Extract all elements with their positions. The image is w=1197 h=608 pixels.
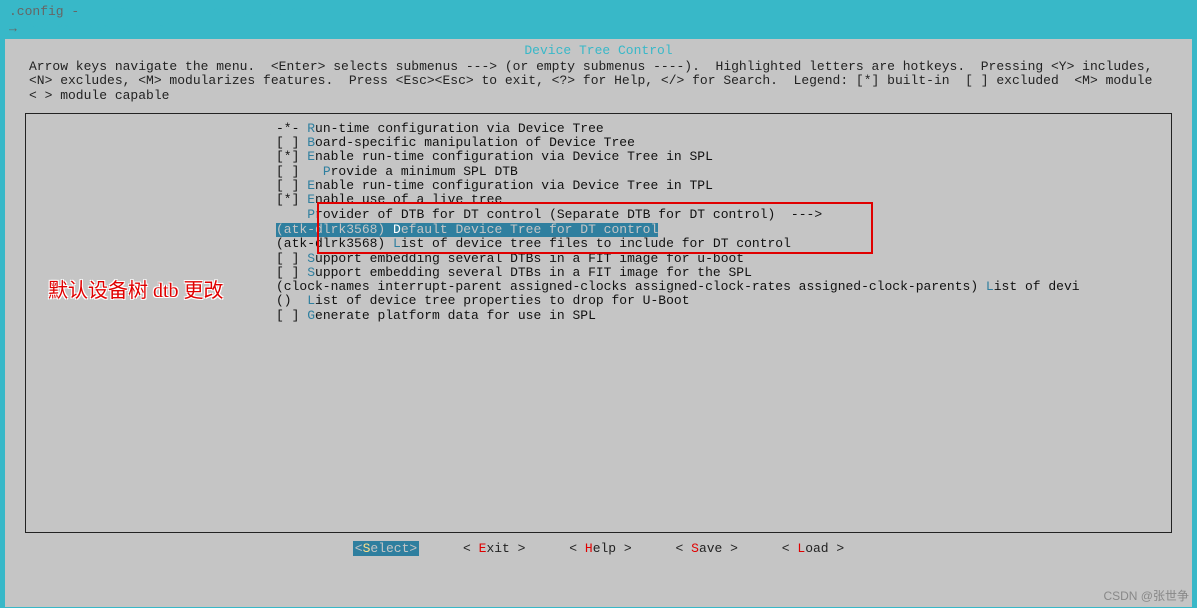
item-mark: () bbox=[276, 293, 292, 308]
hotkey: E bbox=[307, 192, 315, 207]
breadcrumb-text: Device Tree Control bbox=[25, 21, 173, 36]
item-mark: [ ] bbox=[276, 164, 299, 179]
terminal-window: .config - U-Boot 2017.09 Configuration →… bbox=[0, 0, 1197, 608]
title-text: U-Boot 2017.09 Configuration bbox=[87, 4, 305, 19]
item-label: rovide a minimum SPL DTB bbox=[331, 164, 518, 179]
breadcrumb: → Device Tree Control bbox=[3, 20, 1194, 37]
help-text: Arrow keys navigate the menu. <Enter> se… bbox=[7, 60, 1190, 109]
item-mark: [ ] bbox=[276, 308, 299, 323]
hotkey: D bbox=[393, 222, 401, 237]
menu-item[interactable]: [ ] Support embedding several DTBs in a … bbox=[26, 266, 1171, 280]
hotkey: B bbox=[307, 135, 315, 150]
item-label: oard-specific manipulation of Device Tre… bbox=[315, 135, 635, 150]
menu-item[interactable]: -*- Run-time configuration via Device Tr… bbox=[26, 122, 1171, 136]
menu-item[interactable]: (clock-names interrupt-parent assigned-c… bbox=[26, 280, 1171, 294]
hotkey: L bbox=[986, 279, 994, 294]
title-prefix: .config - bbox=[9, 4, 87, 19]
item-mark: [*] bbox=[276, 149, 299, 164]
item-label: nable use of a live tree bbox=[315, 192, 502, 207]
item-mark: [ ] bbox=[276, 251, 299, 266]
menu-item[interactable]: (atk-dlrk3568) List of device tree files… bbox=[26, 237, 1171, 251]
item-mark: [ ] bbox=[276, 178, 299, 193]
menu-panel: -*- Run-time configuration via Device Tr… bbox=[25, 113, 1172, 533]
select-button[interactable]: <Select> bbox=[353, 541, 419, 556]
dialog-container: Device Tree Control Arrow keys navigate … bbox=[5, 39, 1192, 607]
hotkey: G bbox=[307, 308, 315, 323]
hotkey: P bbox=[323, 164, 331, 179]
item-label: enerate platform data for use in SPL bbox=[315, 308, 596, 323]
item-label: nable run-time configuration via Device … bbox=[315, 149, 713, 164]
item-mark bbox=[276, 207, 299, 222]
exit-button[interactable]: < Exit > bbox=[463, 541, 525, 556]
watermark: CSDN @张世争 bbox=[1103, 587, 1189, 604]
breadcrumb-arrow: → bbox=[9, 21, 25, 36]
menu-item[interactable]: [ ] Provide a minimum SPL DTB bbox=[26, 165, 1171, 179]
hotkey: S bbox=[307, 265, 315, 280]
menu-item[interactable]: [ ] Support embedding several DTBs in a … bbox=[26, 252, 1171, 266]
item-mark: -*- bbox=[276, 121, 299, 136]
item-label: ist of device tree properties to drop fo… bbox=[315, 293, 689, 308]
item-label: upport embedding several DTBs in a FIT i… bbox=[315, 251, 744, 266]
menu-title: Device Tree Control bbox=[7, 41, 1190, 60]
item-label: nable run-time configuration via Device … bbox=[315, 178, 713, 193]
item-label: upport embedding several DTBs in a FIT i… bbox=[315, 265, 752, 280]
help-button[interactable]: < Help > bbox=[569, 541, 631, 556]
menu-item[interactable]: [ ] Enable run-time configuration via De… bbox=[26, 179, 1171, 193]
item-label: efault Device Tree for DT control bbox=[401, 222, 658, 237]
hotkey: E bbox=[307, 149, 315, 164]
hotkey: P bbox=[307, 207, 315, 222]
hotkey: S bbox=[307, 251, 315, 266]
item-label: rovider of DTB for DT control (Separate … bbox=[315, 207, 822, 222]
hotkey: L bbox=[393, 236, 401, 251]
hotkey: L bbox=[307, 293, 315, 308]
button-bar: <Select> < Exit > < Help > < Save > < Lo… bbox=[7, 535, 1190, 558]
hotkey: E bbox=[307, 178, 315, 193]
hotkey: R bbox=[307, 121, 315, 136]
menu-item[interactable]: [ ] Generate platform data for use in SP… bbox=[26, 309, 1171, 323]
item-label: ist of device tree files to include for … bbox=[401, 236, 791, 251]
menu-item[interactable]: [ ] Board-specific manipulation of Devic… bbox=[26, 136, 1171, 150]
item-label: ist of devi bbox=[994, 279, 1080, 294]
menu-item[interactable]: [*] Enable run-time configuration via De… bbox=[26, 150, 1171, 164]
item-mark: [*] bbox=[276, 192, 299, 207]
menu-item[interactable]: Provider of DTB for DT control (Separate… bbox=[26, 208, 1171, 222]
save-button[interactable]: < Save > bbox=[676, 541, 738, 556]
menu-item[interactable]: [*] Enable use of a live tree bbox=[26, 193, 1171, 207]
item-mark: [ ] bbox=[276, 265, 299, 280]
item-mark: [ ] bbox=[276, 135, 299, 150]
load-button[interactable]: < Load > bbox=[782, 541, 844, 556]
item-label: un-time configuration via Device Tree bbox=[315, 121, 604, 136]
menu-item[interactable]: (atk-dlrk3568) Default Device Tree for D… bbox=[276, 223, 658, 237]
window-title: .config - U-Boot 2017.09 Configuration bbox=[3, 3, 1194, 20]
menu-item[interactable]: () List of device tree properties to dro… bbox=[26, 294, 1171, 308]
